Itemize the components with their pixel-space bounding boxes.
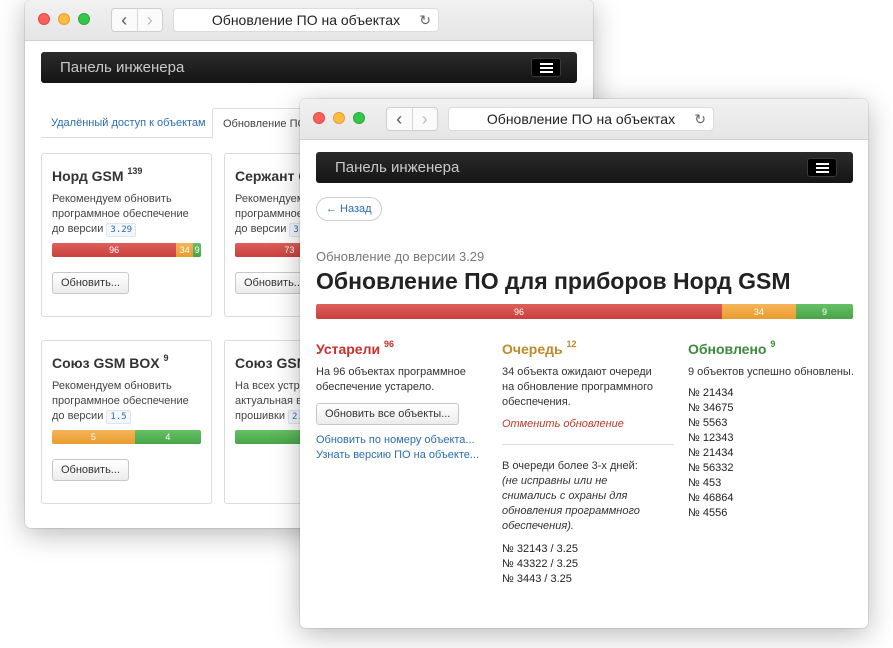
status-progress-bar: 96 34 9 (316, 304, 853, 319)
card-title: Союз GSM BOX 9 (52, 353, 169, 371)
update-by-number-link[interactable]: Обновить по номеру объекта... (316, 433, 491, 448)
stale-queue-note: (не исправны или не снимались с охраны д… (502, 475, 640, 532)
page-subtitle: Обновление до версии 3.29 (316, 249, 485, 264)
outdated-text: На 96 объектах программное обеспечение у… (316, 366, 466, 393)
outdated-segment: 96 (52, 243, 177, 257)
queue-segment: 34 (721, 304, 796, 319)
outdated-heading: Устарели 96 (316, 339, 394, 357)
queue-heading: Очередь 12 (502, 339, 577, 357)
back-arrow-icon[interactable]: ‹ (112, 9, 137, 31)
minimize-window-button[interactable] (333, 112, 345, 124)
card-count: 139 (127, 166, 143, 176)
forward-arrow-icon[interactable]: › (411, 108, 438, 130)
tab-remote-access[interactable]: Удалённый доступ к объектам (41, 108, 216, 138)
outdated-column: Устарели 96 На 96 объектах программное о… (316, 339, 491, 463)
address-text: Обновление ПО на объектах (211, 12, 401, 28)
card-title: Норд GSM 139 (52, 166, 143, 184)
list-item: № 5563 (688, 417, 728, 429)
list-item: № 4556 (688, 507, 728, 519)
reload-icon[interactable]: ↻ (419, 12, 431, 29)
updated-count: 9 (770, 339, 776, 349)
back-button[interactable]: ← Назад (316, 197, 382, 221)
history-nav: ‹ › (386, 107, 438, 131)
updated-heading: Обновлено 9 (688, 339, 776, 357)
list-item: № 46864 (688, 492, 734, 504)
address-bar[interactable]: Обновление ПО на объектах ↻ (448, 107, 714, 131)
updated-list: № 21434 № 34675 № 5563 № 12343 № 21434 №… (688, 386, 863, 521)
minimize-window-button[interactable] (58, 13, 70, 25)
stale-queue-list: № 32143 / 3.25 № 43322 / 3.25 № 3443 / 3… (502, 542, 677, 587)
list-item: № 12343 (688, 432, 734, 444)
device-card-nord-gsm: Норд GSM 139 Рекомендуем обновить програм… (41, 153, 212, 317)
list-item: № 21434 (688, 387, 734, 399)
navbar: Панель инженера (316, 152, 853, 183)
version-code: 3.29 (106, 223, 137, 237)
list-item: № 3443 / 3.25 (502, 573, 572, 585)
progress-bar: 5 4 (52, 430, 201, 444)
address-text: Обновление ПО на объектах (486, 111, 676, 127)
progress-bar: 96 34 9 (52, 243, 201, 257)
list-item: № 56332 (688, 462, 734, 474)
updated-column: Обновлено 9 9 объектов успешно обновлены… (688, 339, 863, 521)
outdated-count: 96 (383, 339, 394, 349)
cancel-update-link[interactable]: Отменить обновление (502, 418, 677, 430)
brand[interactable]: Панель инженера (60, 59, 184, 76)
reload-icon[interactable]: ↻ (694, 111, 706, 128)
update-button[interactable]: Обновить... (52, 272, 129, 294)
brand[interactable]: Панель инженера (335, 159, 459, 176)
zoom-window-button[interactable] (353, 112, 365, 124)
back-arrow-icon[interactable]: ‹ (387, 108, 412, 130)
browser-window-front: ‹ › Обновление ПО на объектах ↻ Панель и… (300, 99, 868, 628)
title-bar: ‹ › Обновление ПО на объектах ↻ (25, 0, 593, 41)
hamburger-menu-icon[interactable] (531, 58, 561, 77)
updated-segment: 9 (795, 304, 853, 319)
list-item: № 32143 / 3.25 (502, 543, 579, 555)
history-nav: ‹ › (111, 8, 163, 32)
device-card-soyuz-gsm-box: Союз GSM BOX 9 Рекомендуем обновить прогр… (41, 340, 212, 504)
updated-segment: 9 (193, 243, 201, 257)
card-text: Рекомендуем обновитьпрограммное обеспече… (52, 380, 189, 424)
title-bar: ‹ › Обновление ПО на объектах ↻ (300, 99, 868, 140)
close-window-button[interactable] (38, 13, 50, 25)
list-item: № 21434 (688, 447, 734, 459)
queue-count: 12 (566, 339, 577, 349)
close-window-button[interactable] (313, 112, 325, 124)
queue-segment: 5 (52, 430, 135, 444)
queue-text: 34 объекта ожидают очереди на обновление… (502, 366, 654, 408)
list-item: № 43322 / 3.25 (502, 558, 579, 570)
update-all-button[interactable]: Обновить все объекты... (316, 403, 460, 425)
page-title: Обновление ПО для приборов Норд GSM (316, 268, 791, 294)
forward-arrow-icon[interactable]: › (136, 9, 163, 31)
card-count: 9 (163, 353, 169, 363)
list-item: № 453 (688, 477, 722, 489)
stale-queue-title: В очереди более 3-х дней: (502, 460, 638, 472)
check-version-link[interactable]: Узнать версию ПО на объекте... (316, 448, 491, 463)
updated-text: 9 объектов успешно обновлены. (688, 366, 854, 378)
hamburger-menu-icon[interactable] (807, 158, 837, 177)
list-item: № 34675 (688, 402, 734, 414)
divider (502, 444, 674, 445)
update-button[interactable]: Обновить... (52, 459, 129, 481)
navbar: Панель инженера (41, 52, 577, 83)
outdated-segment: 96 (316, 304, 722, 319)
queue-column: Очередь 12 34 объекта ожидают очереди на… (502, 339, 677, 587)
version-code: 1.5 (106, 410, 131, 424)
zoom-window-button[interactable] (78, 13, 90, 25)
updated-segment: 4 (134, 430, 201, 444)
address-bar[interactable]: Обновление ПО на объектах ↻ (173, 8, 439, 32)
queue-segment: 34 (176, 243, 194, 257)
card-text: Рекомендуем обновитьпрограммное обеспече… (52, 193, 189, 237)
